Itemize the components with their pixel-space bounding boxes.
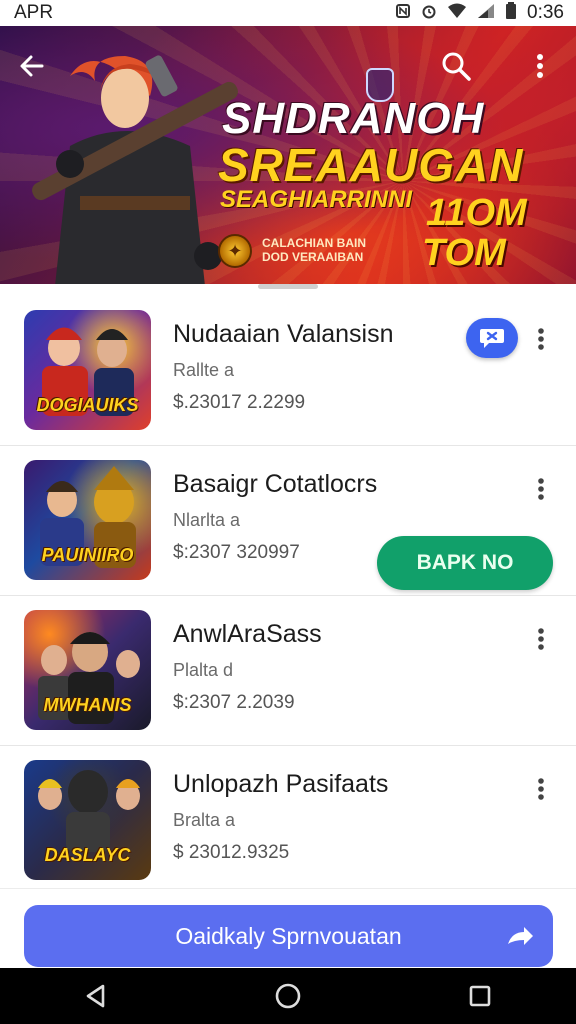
search-icon[interactable] bbox=[436, 46, 476, 86]
battery-icon bbox=[505, 1, 517, 25]
item-price: $ 23012.9325 bbox=[173, 842, 290, 863]
banner-title-line-1: SHDRANOH bbox=[222, 94, 485, 143]
thumbnail-label: DASLAYC bbox=[44, 845, 131, 865]
signal-icon bbox=[477, 3, 495, 24]
alarm-icon bbox=[421, 3, 437, 24]
item-title: AnwlAraSass bbox=[173, 620, 322, 648]
install-button[interactable]: BAPK NO bbox=[377, 536, 553, 590]
item-price: $:2307 2.2039 bbox=[173, 692, 295, 713]
item-subtitle: Plalta d bbox=[173, 660, 234, 680]
bottom-action-area: Oaidkaly Sprnvouatan bbox=[0, 888, 576, 968]
carrier-label: APR bbox=[14, 2, 54, 23]
list-item[interactable]: DOGIAUIKS Nudaaian Valansisn Rallte a $.… bbox=[0, 296, 576, 446]
wifi-icon bbox=[447, 3, 467, 24]
system-navigation-bar bbox=[0, 968, 576, 1024]
clock-label: 0:36 bbox=[527, 2, 564, 23]
nfc-icon bbox=[395, 3, 411, 24]
more-vert-icon[interactable] bbox=[526, 472, 556, 506]
list-item[interactable]: DASLAYC Unlopazh Pasifaats Bralta a $ 23… bbox=[0, 746, 576, 896]
hero-banner[interactable]: SHDRANOH SREAAUGAN SEAGHIARRINNI ✦ CALAC… bbox=[0, 26, 576, 284]
hero-character-image bbox=[32, 55, 238, 284]
banner-title-line-3: SEAGHIARRINNI bbox=[220, 186, 413, 213]
thumbnail-label: PAUINIIRO bbox=[41, 545, 134, 565]
share-arrow-icon bbox=[506, 923, 534, 955]
nav-home-icon[interactable] bbox=[258, 968, 318, 1024]
thumbnail-label: DOGIAUIKS bbox=[36, 395, 139, 415]
banner-subtitle: CALACHIAN BAIN DOD VERAAIBAN bbox=[262, 236, 366, 264]
status-icons: 0:36 bbox=[395, 1, 564, 25]
primary-action-button[interactable]: Oaidkaly Sprnvouatan bbox=[24, 905, 553, 967]
more-vert-icon[interactable] bbox=[526, 772, 556, 806]
list-item[interactable]: MWHANIS AnwlAraSass Plalta d $:2307 2.20… bbox=[0, 596, 576, 746]
more-vert-icon[interactable] bbox=[520, 46, 560, 86]
item-title: Basaigr Cotatlocrs bbox=[173, 470, 378, 498]
more-vert-icon[interactable] bbox=[526, 322, 556, 356]
item-subtitle: Nlarlta a bbox=[173, 510, 241, 530]
sheet-drag-handle[interactable] bbox=[258, 284, 318, 289]
app-thumbnail[interactable]: PAUINIIRO bbox=[24, 460, 151, 580]
nav-back-icon[interactable] bbox=[66, 968, 126, 1024]
emblem-icon: ✦ bbox=[218, 234, 252, 268]
app-thumbnail[interactable]: DASLAYC bbox=[24, 760, 151, 880]
primary-action-label: Oaidkaly Sprnvouatan bbox=[175, 922, 402, 949]
app-list: DOGIAUIKS Nudaaian Valansisn Rallte a $.… bbox=[0, 296, 576, 896]
item-price: $:2307 320997 bbox=[173, 542, 300, 563]
item-subtitle: Rallte a bbox=[173, 360, 235, 380]
status-bar: APR 0:36 bbox=[0, 0, 576, 26]
back-arrow-icon[interactable] bbox=[12, 46, 52, 86]
app-thumbnail[interactable]: DOGIAUIKS bbox=[24, 310, 151, 430]
more-vert-icon[interactable] bbox=[526, 622, 556, 656]
app-thumbnail[interactable]: MWHANIS bbox=[24, 610, 151, 730]
nav-recents-icon[interactable] bbox=[450, 968, 510, 1024]
item-title: Nudaaian Valansisn bbox=[173, 320, 394, 348]
banner-badge-line-1: 11OM bbox=[426, 192, 527, 234]
item-price: $.23017 2.2299 bbox=[173, 392, 306, 413]
thumbnail-label: MWHANIS bbox=[43, 695, 132, 715]
banner-badge-line-2: TOM bbox=[422, 232, 506, 274]
banner-title-line-2: SREAAUGAN bbox=[218, 139, 524, 191]
item-title: Unlopazh Pasifaats bbox=[173, 770, 389, 798]
item-subtitle: Bralta a bbox=[173, 810, 236, 830]
chat-bubble-icon[interactable] bbox=[466, 318, 518, 358]
